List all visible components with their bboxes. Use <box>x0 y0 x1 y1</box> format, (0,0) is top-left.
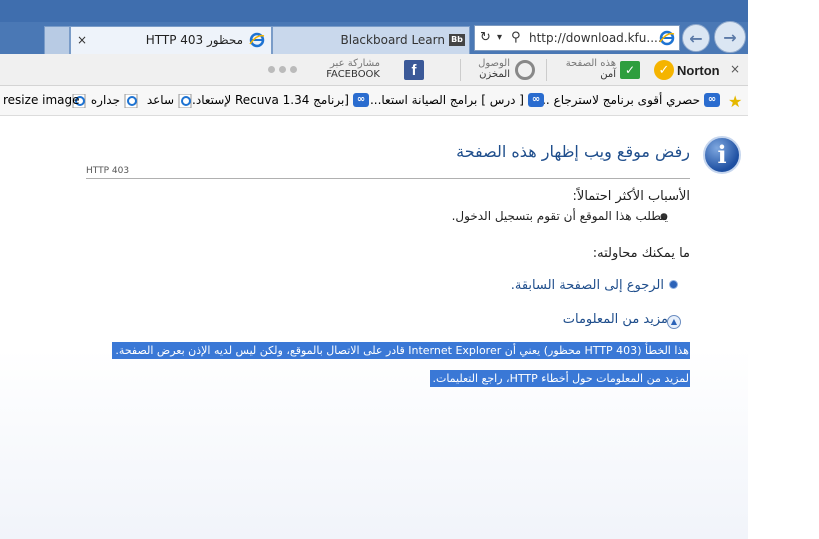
page-content <box>0 117 748 539</box>
favorite-link[interactable]: [برنامج Recuva 1.34 لإستعاد... <box>184 93 349 107</box>
divider <box>86 178 690 179</box>
ie-icon <box>659 30 675 50</box>
back-button[interactable]: ← <box>682 24 710 52</box>
divider <box>460 59 461 81</box>
close-toolbar-icon[interactable]: × <box>730 62 740 76</box>
blackboard-icon: Bb <box>449 34 465 46</box>
share-target: FACEBOOK <box>326 69 380 80</box>
page-safety-button[interactable]: هذه الصفحة آمن <box>560 58 616 82</box>
more-icon[interactable] <box>268 66 297 73</box>
desktop-background <box>748 0 819 539</box>
details-line-1: هذا الخطأ (HTTP 403 محظور) يعني أن Inter… <box>112 342 690 359</box>
favorite-link[interactable]: ساعد <box>147 93 174 107</box>
address-bar[interactable]: ↻ ▾ ⚲ http://download.kfu.... <box>474 25 680 51</box>
refresh-icon[interactable]: ↻ <box>480 30 491 45</box>
favorite-link[interactable]: حصري أقوى برنامج لاسترجاع ... <box>538 93 700 107</box>
safe-check-icon: ✓ <box>620 61 640 79</box>
http-code: HTTP 403 <box>86 166 130 176</box>
norton-check-icon: ✓ <box>654 60 674 80</box>
details-line-2: لمزيد من المعلومات حول أخطاء HTTP، راجع … <box>430 370 690 387</box>
reason-item: يتطلب هذا الموقع أن تقوم بتسجيل الدخول. <box>451 209 668 223</box>
forward-arrow-icon: → <box>723 27 737 47</box>
try-heading: ما يمكنك محاولته: <box>592 246 690 261</box>
favorites-star-icon[interactable]: ★ <box>728 92 742 111</box>
favorite-link[interactable]: [ درس ] برامج الصيانة استعا... <box>370 93 524 107</box>
bluelink-icon: ∞ <box>528 93 544 107</box>
page-safety-status: آمن <box>600 69 616 80</box>
norton-toolbar: × ✓ Norton ✓ هذه الصفحة آمن الوصول المخز… <box>0 54 748 86</box>
more-info-link[interactable]: مزيد من المعلومات <box>563 312 668 327</box>
share-facebook-button[interactable]: مشاركة عبر FACEBOOK <box>326 58 380 82</box>
back-arrow-icon: ← <box>689 28 703 48</box>
page-title: رفض موقع ويب إظهار هذه الصفحة <box>456 142 690 161</box>
reasons-heading: الأسباب الأكثر احتمالاً: <box>572 189 690 204</box>
share-label: مشاركة عبر <box>330 58 380 69</box>
info-icon: i <box>703 136 741 174</box>
facebook-icon[interactable]: f <box>404 60 424 80</box>
go-back-link[interactable]: الرجوع إلى الصفحة السابقة. <box>511 278 664 293</box>
ie-page-icon <box>178 93 194 109</box>
tab-bar: × HTTP 403 محظور Blackboard Learn Bb ↻ ▾… <box>0 0 748 54</box>
title-strip <box>0 0 748 22</box>
storage-label: الوصول <box>478 58 510 69</box>
favorite-link[interactable]: resize image <box>3 93 80 107</box>
ie-icon <box>249 32 265 51</box>
storage-sub: المخزن <box>479 69 510 80</box>
page-safety-label: هذه الصفحة <box>565 58 616 69</box>
norton-brand: Norton <box>677 62 720 78</box>
search-icon[interactable]: ⚲ <box>511 30 521 45</box>
bluelink-icon: ∞ <box>704 93 720 107</box>
storage-button[interactable]: الوصول المخزن <box>470 58 510 82</box>
browser-window: × HTTP 403 محظور Blackboard Learn Bb ↻ ▾… <box>0 0 748 539</box>
storage-icon <box>515 60 535 80</box>
dropdown-icon[interactable]: ▾ <box>497 32 502 43</box>
ie-page-icon <box>124 93 140 109</box>
norton-logo[interactable]: ✓ Norton <box>654 58 722 82</box>
close-tab-icon[interactable]: × <box>77 33 87 47</box>
favorites-bar: ★ ∞ حصري أقوى برنامج لاسترجاع ... ∞ [ در… <box>0 86 748 116</box>
tab-blackboard[interactable]: Blackboard Learn Bb <box>272 26 470 54</box>
forward-button[interactable]: → <box>714 21 746 53</box>
expand-icon[interactable]: ▲ <box>667 315 681 329</box>
new-tab-button[interactable] <box>44 26 70 54</box>
bluelink-icon: ∞ <box>353 93 369 107</box>
favorite-link[interactable]: جداره <box>91 93 120 107</box>
tab-title: HTTP 403 محظور <box>145 33 243 47</box>
url-text[interactable]: http://download.kfu.... <box>529 31 662 45</box>
tab-http-403[interactable]: × HTTP 403 محظور <box>70 26 272 54</box>
divider <box>546 59 547 81</box>
back-bullet-icon <box>669 280 678 289</box>
tab-title: Blackboard Learn <box>340 33 445 47</box>
